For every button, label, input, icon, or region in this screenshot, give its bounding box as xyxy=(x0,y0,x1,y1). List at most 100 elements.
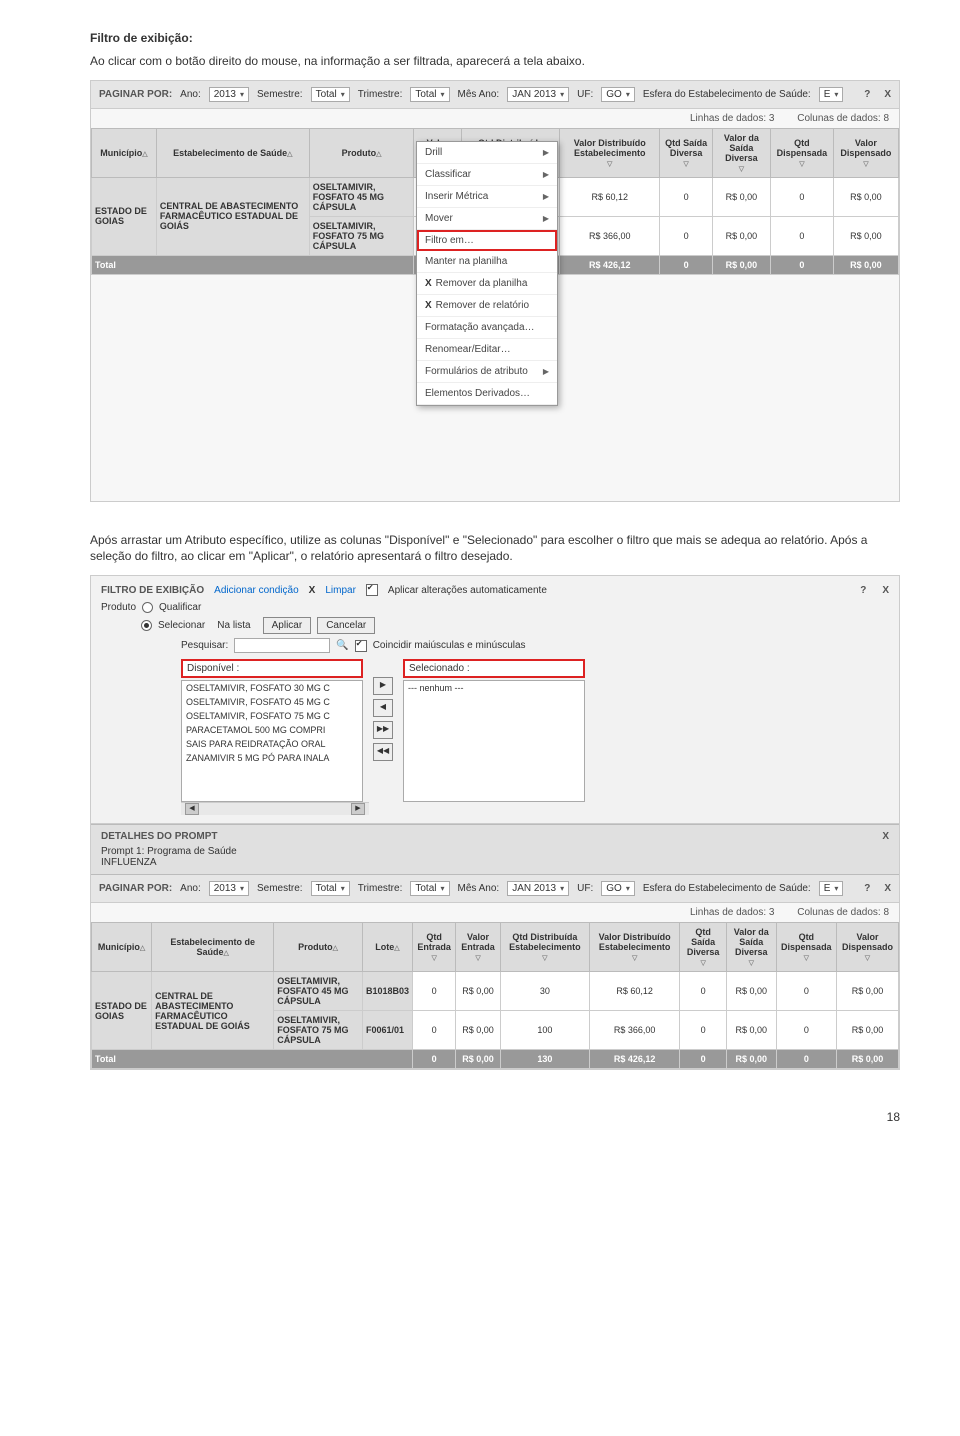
list-item[interactable]: OSELTAMIVIR, FOSFATO 45 MG C xyxy=(182,695,362,709)
list-item[interactable]: OSELTAMIVIR, FOSFATO 30 MG C xyxy=(182,681,362,695)
details-title: DETALHES DO PROMPT xyxy=(101,831,217,842)
qualificar-label: Qualificar xyxy=(159,602,201,613)
ctx-formatacao[interactable]: Formatação avançada… xyxy=(417,317,557,339)
tri-label: Trimestre: xyxy=(358,883,403,894)
th-valsaid[interactable]: Valor da Saída Diversa▽ xyxy=(726,923,776,972)
close-icon[interactable]: X xyxy=(884,883,891,894)
th-qtdsaid[interactable]: Qtd Saída Diversa▽ xyxy=(680,923,727,972)
match-case-checkbox[interactable] xyxy=(355,640,367,652)
limpar-link[interactable]: Limpar xyxy=(325,585,356,596)
nalista-select[interactable]: Na lista xyxy=(217,620,250,631)
disponivel-listbox[interactable]: OSELTAMIVIR, FOSFATO 30 MG COSELTAMIVIR,… xyxy=(181,680,363,802)
uf-label: UF: xyxy=(577,883,593,894)
th-municipio[interactable]: Município△ xyxy=(92,923,152,972)
th-produto[interactable]: Produto△ xyxy=(309,128,414,177)
ctx-remover-relatorio[interactable]: XRemover de relatório xyxy=(417,295,557,317)
th-qtddisp[interactable]: Qtd Dispensada▽ xyxy=(776,923,836,972)
qualificar-radio[interactable] xyxy=(142,602,153,613)
selecionar-radio[interactable] xyxy=(141,620,152,631)
help-icon[interactable]: ? xyxy=(864,89,870,100)
move-all-left-button[interactable]: ◀◀ xyxy=(373,743,393,761)
selecionado-listbox[interactable]: --- nenhum --- xyxy=(403,680,585,802)
ctx-inserir-metrica[interactable]: Inserir Métrica▶ xyxy=(417,186,557,208)
info-row-2: Linhas de dados: 3 Colunas de dados: 8 xyxy=(91,903,899,922)
th-estab[interactable]: Estabelecimento de Saúde△ xyxy=(152,923,274,972)
sem-select[interactable]: Total xyxy=(311,87,350,102)
th-produto[interactable]: Produto△ xyxy=(274,923,363,972)
ctx-formularios[interactable]: Formulários de atributo▶ xyxy=(417,361,557,383)
mes-select[interactable]: JAN 2013 xyxy=(507,881,569,896)
paginator-toolbar: PAGINAR POR: Ano:2013 Semestre:Total Tri… xyxy=(91,81,899,109)
uf-label: UF: xyxy=(577,89,593,100)
intro-text: Ao clicar com o botão direito do mouse, … xyxy=(90,53,900,70)
move-left-button[interactable]: ◀ xyxy=(373,699,393,717)
esf-label: Esfera do Estabelecimento de Saúde: xyxy=(643,89,811,100)
close-icon[interactable]: X xyxy=(882,831,889,842)
move-right-button[interactable]: ▶ xyxy=(373,677,393,695)
list-item[interactable]: ZANAMIVIR 5 MG PÓ PARA INALA xyxy=(182,751,362,765)
th-qtddist[interactable]: Qtd Distribuída Estabelecimento▽ xyxy=(500,923,589,972)
ctx-drill[interactable]: Drill▶ xyxy=(417,142,557,164)
sem-label: Semestre: xyxy=(257,89,303,100)
th-qtddisp[interactable]: Qtd Dispensada▽ xyxy=(771,128,834,177)
ctx-filtro-em[interactable]: Filtro em… xyxy=(417,230,557,251)
th-qtdent[interactable]: Qtd Entrada▽ xyxy=(412,923,455,972)
ctx-mover[interactable]: Mover▶ xyxy=(417,208,557,230)
th-valdisp[interactable]: Valor Dispensado▽ xyxy=(837,923,899,972)
ano-label: Ano: xyxy=(180,883,201,894)
tri-select[interactable]: Total xyxy=(410,881,449,896)
th-estab[interactable]: Estabelecimento de Saúde△ xyxy=(156,128,309,177)
search-icon[interactable]: 🔍 xyxy=(336,640,348,651)
scroll-left-icon[interactable]: ◀ xyxy=(185,803,199,815)
autoapply-checkbox[interactable] xyxy=(366,584,378,596)
th-municipio[interactable]: Município△ xyxy=(92,128,157,177)
mes-label: Mês Ano: xyxy=(458,883,500,894)
tri-select[interactable]: Total xyxy=(410,87,449,102)
mes-select[interactable]: JAN 2013 xyxy=(507,87,569,102)
th-lote[interactable]: Lote△ xyxy=(362,923,412,972)
uf-select[interactable]: GO xyxy=(601,881,635,896)
close-icon[interactable]: X xyxy=(882,585,889,596)
ctx-derivados[interactable]: Elementos Derivados… xyxy=(417,383,557,405)
help-icon[interactable]: ? xyxy=(860,585,866,596)
th-valsaid[interactable]: Valor da Saída Diversa▽ xyxy=(712,128,770,177)
search-input[interactable] xyxy=(234,638,330,653)
list-item[interactable]: PARACETAMOL 500 MG COMPRI xyxy=(182,723,362,737)
match-label: Coincidir maiúsculas e minúsculas xyxy=(373,640,526,651)
add-condition-link[interactable]: Adicionar condição xyxy=(214,585,299,596)
paginar-label: PAGINAR POR: xyxy=(99,89,172,100)
selecionado-header: Selecionado : xyxy=(403,659,585,678)
sem-label: Semestre: xyxy=(257,883,303,894)
aplicar-button[interactable]: Aplicar xyxy=(263,617,312,634)
sem-select[interactable]: Total xyxy=(311,881,350,896)
context-menu: Drill▶ Classificar▶ Inserir Métrica▶ Mov… xyxy=(416,141,558,406)
list-item[interactable]: OSELTAMIVIR, FOSFATO 75 MG C xyxy=(182,709,362,723)
ano-select[interactable]: 2013 xyxy=(209,87,249,102)
screenshot-2: FILTRO DE EXIBIÇÃO Adicionar condição XL… xyxy=(90,575,900,1070)
move-all-right-button[interactable]: ▶▶ xyxy=(373,721,393,739)
total-row: Total0R$ 0,00130R$ 426,120R$ 0,000R$ 0,0… xyxy=(92,1050,899,1069)
cancelar-button[interactable]: Cancelar xyxy=(317,617,375,634)
help-icon[interactable]: ? xyxy=(864,883,870,894)
ctx-manter[interactable]: Manter na planilha xyxy=(417,251,557,273)
esf-select[interactable]: E xyxy=(819,87,844,102)
disponivel-header: Disponível : xyxy=(181,659,363,678)
th-valent[interactable]: Valor Entrada▽ xyxy=(456,923,500,972)
esf-select[interactable]: E xyxy=(819,881,844,896)
linhas-count: Linhas de dados: 3 xyxy=(690,113,775,124)
ctx-remover-planilha[interactable]: XRemover da planilha xyxy=(417,273,557,295)
paginator-toolbar-2: PAGINAR POR: Ano:2013 Semestre:Total Tri… xyxy=(91,875,899,903)
close-icon[interactable]: X xyxy=(884,89,891,100)
ano-select[interactable]: 2013 xyxy=(209,881,249,896)
filter-title: FILTRO DE EXIBIÇÃO xyxy=(101,585,204,596)
scroll-right-icon[interactable]: ▶ xyxy=(351,803,365,815)
th-qtdsaid[interactable]: Qtd Saída Diversa▽ xyxy=(660,128,712,177)
th-valdist[interactable]: Valor Distribuído Estabelecimento▽ xyxy=(590,923,680,972)
th-valdisp[interactable]: Valor Dispensado▽ xyxy=(833,128,898,177)
prompt-line-2: INFLUENZA xyxy=(101,857,889,868)
ctx-renomear[interactable]: Renomear/Editar… xyxy=(417,339,557,361)
ctx-classificar[interactable]: Classificar▶ xyxy=(417,164,557,186)
th-valdist[interactable]: Valor Distribuído Estabelecimento▽ xyxy=(560,128,660,177)
list-item[interactable]: SAIS PARA REIDRATAÇÃO ORAL xyxy=(182,737,362,751)
uf-select[interactable]: GO xyxy=(601,87,635,102)
